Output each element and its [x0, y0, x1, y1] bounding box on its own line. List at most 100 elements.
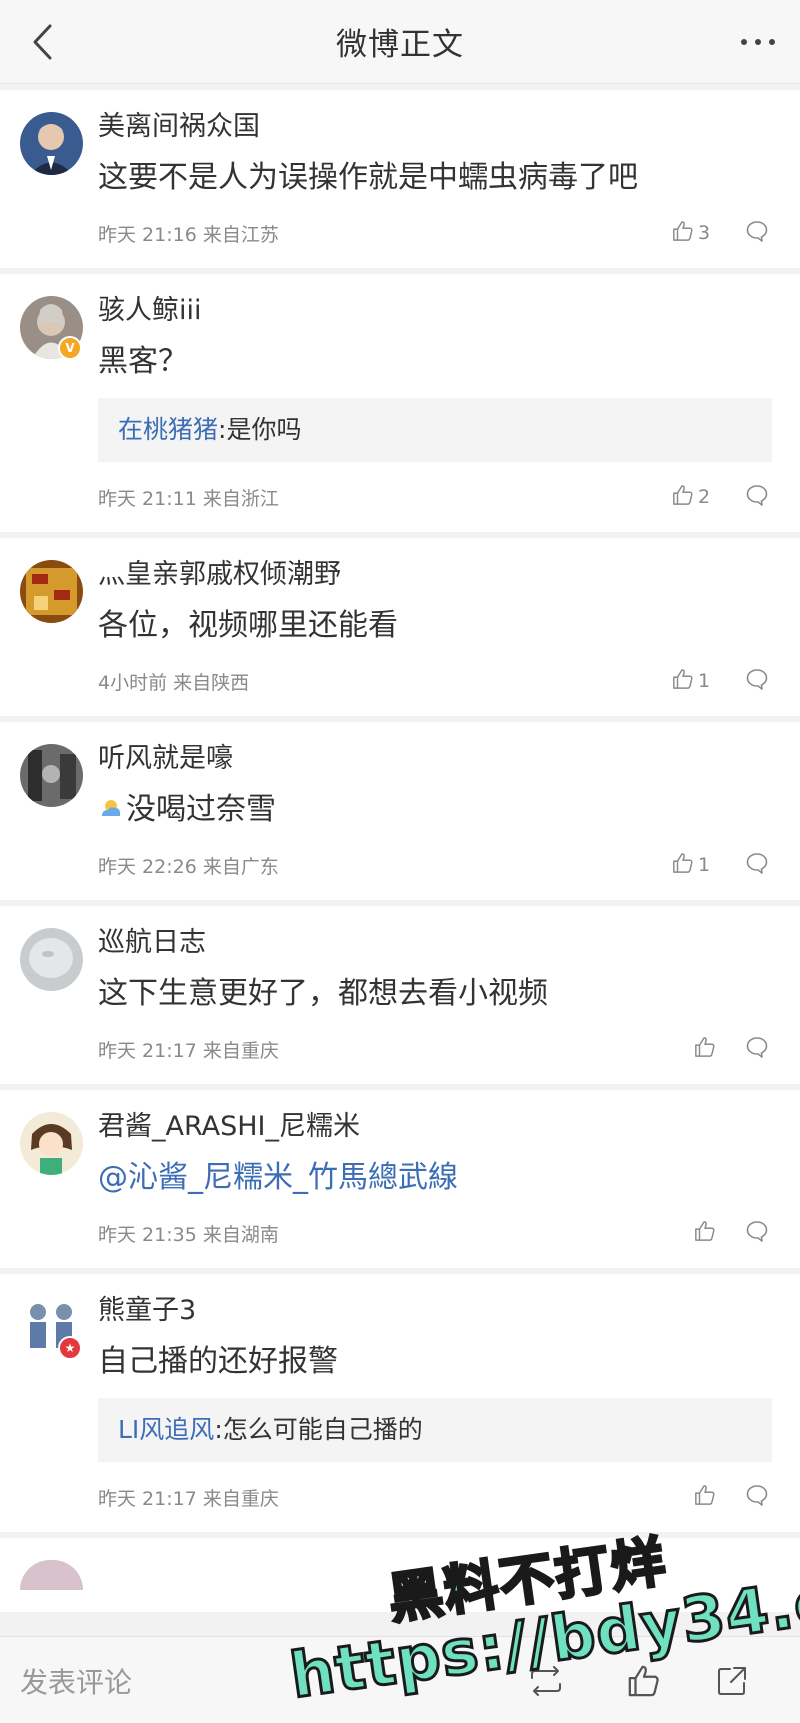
- comment-text: 自己播的还好报警: [98, 1344, 338, 1379]
- comment-actions: 1: [668, 666, 772, 696]
- comment-text: 黑客？: [98, 344, 188, 379]
- top-navigation-bar: 微博正文: [0, 0, 800, 84]
- avatar[interactable]: [20, 1112, 83, 1175]
- verified-badge-icon: ★: [58, 1336, 82, 1360]
- like-button[interactable]: 3: [668, 220, 724, 247]
- speech-bubble-icon: [745, 483, 769, 512]
- comment-actions: [668, 1034, 772, 1064]
- thumbs-up-icon: [694, 1036, 716, 1063]
- comment-username[interactable]: 熊童子3: [98, 1294, 772, 1328]
- comment-list[interactable]: 美离间祸众国 这要不是人为误操作就是中蠕虫病毒了吧 昨天 21:16 来自江苏 …: [0, 90, 800, 1636]
- thumbs-up-icon: [694, 1484, 716, 1511]
- thumbs-up-icon: [672, 220, 694, 247]
- reply-button[interactable]: [742, 218, 772, 248]
- reply-username[interactable]: 在桃猪猪: [118, 415, 218, 444]
- comment-actions: [668, 1218, 772, 1248]
- like-post-icon[interactable]: [624, 1661, 664, 1701]
- like-button[interactable]: 1: [668, 852, 724, 879]
- reply-preview[interactable]: LI风追风:怎么可能自己播的: [98, 1398, 772, 1462]
- reply-text: :怎么可能自己播的: [214, 1415, 423, 1444]
- reply-button[interactable]: [742, 850, 772, 880]
- comment-mention-link[interactable]: @沁酱_尼糯米_竹馬總武線: [98, 1158, 772, 1198]
- comment-username[interactable]: 灬皇亲郭戚权倾潮野: [98, 558, 772, 592]
- comment-time-location: 昨天 21:17 来自重庆: [98, 1487, 279, 1510]
- share-icon[interactable]: [712, 1661, 752, 1701]
- reply-username[interactable]: LI风追风: [118, 1415, 214, 1444]
- back-icon[interactable]: [22, 22, 62, 62]
- comment-item: 灬皇亲郭戚权倾潮野 各位，视频哪里还能看 4小时前 来自陕西 1: [0, 538, 800, 722]
- reply-text: :是你吗: [218, 415, 302, 444]
- speech-bubble-icon: [745, 219, 769, 248]
- reply-button[interactable]: [742, 1482, 772, 1512]
- comment-username[interactable]: 美离间祸众国: [98, 110, 772, 144]
- like-button[interactable]: [668, 1220, 724, 1247]
- avatar[interactable]: [20, 112, 83, 175]
- comment-text-body: 没喝过奈雪: [126, 792, 276, 827]
- comment-meta: 昨天 21:35 来自湖南: [98, 1218, 772, 1248]
- thumbs-up-icon: [672, 852, 694, 879]
- thumbs-up-icon: [672, 668, 694, 695]
- comment-text: 这下生意更好了，都想去看小视频: [98, 976, 548, 1011]
- comment-meta: 昨天 21:11 来自浙江 2: [98, 482, 772, 512]
- speech-bubble-icon: [745, 667, 769, 696]
- speech-bubble-icon: [745, 851, 769, 880]
- comment-item: 巡航日志 这下生意更好了，都想去看小视频 昨天 21:17 来自重庆: [0, 906, 800, 1090]
- comment-input[interactable]: 发表评论: [20, 1661, 132, 1701]
- comment-meta: 4小时前 来自陕西 1: [98, 666, 772, 696]
- comment-time-location: 昨天 21:35 来自湖南: [98, 1223, 279, 1246]
- comment-time-location: 昨天 21:17 来自重庆: [98, 1039, 279, 1062]
- bottom-action-bar: 发表评论: [0, 1636, 800, 1723]
- comment-actions: 3: [668, 218, 772, 248]
- comment-meta: 昨天 22:26 来自广东 1: [98, 850, 772, 880]
- comment-text: 各位，视频哪里还能看: [98, 608, 398, 643]
- avatar[interactable]: [20, 560, 83, 623]
- verified-badge-icon: V: [58, 336, 82, 360]
- like-count: 1: [698, 854, 711, 876]
- repost-icon[interactable]: [526, 1661, 566, 1701]
- comment-item: ★ 熊童子3 自己播的还好报警 LI风追风:怎么可能自己播的 昨天 21:17 …: [0, 1274, 800, 1538]
- reply-preview[interactable]: 在桃猪猪:是你吗: [98, 398, 772, 462]
- like-count: 3: [698, 222, 711, 244]
- comment-username[interactable]: 巡航日志: [98, 926, 772, 960]
- reply-button[interactable]: [742, 1034, 772, 1064]
- speech-bubble-icon: [745, 1483, 769, 1512]
- comment-item: V 骇人鲸iii 黑客？ 在桃猪猪:是你吗 昨天 21:11 来自浙江 2: [0, 274, 800, 538]
- comment-meta: 昨天 21:17 来自重庆: [98, 1034, 772, 1064]
- avatar[interactable]: [20, 1560, 83, 1590]
- comment-item-partial: [0, 1538, 800, 1618]
- comment-time-location: 昨天 21:11 来自浙江: [98, 487, 279, 510]
- speech-bubble-icon: [745, 1035, 769, 1064]
- comment-text: 这要不是人为误操作就是中蠕虫病毒了吧: [98, 160, 638, 195]
- comment-item: 君酱_ARASHI_尼糯米 @沁酱_尼糯米_竹馬總武線 昨天 21:35 来自湖…: [0, 1090, 800, 1274]
- comment-username[interactable]: 君酱_ARASHI_尼糯米: [98, 1110, 772, 1144]
- comment-item: 听风就是嚎 没喝过奈雪 昨天 22:26 来自广东 1: [0, 722, 800, 906]
- comment-meta: 昨天 21:17 来自重庆: [98, 1482, 772, 1512]
- reply-button[interactable]: [742, 666, 772, 696]
- comment-actions: [668, 1482, 772, 1512]
- thumbs-up-icon: [694, 1220, 716, 1247]
- reply-button[interactable]: [742, 482, 772, 512]
- like-button[interactable]: 1: [668, 668, 724, 695]
- sun-cloud-emoji-icon: [98, 793, 124, 819]
- thumbs-up-icon: [672, 484, 694, 511]
- like-button[interactable]: 2: [668, 484, 724, 511]
- like-button[interactable]: [668, 1484, 724, 1511]
- comment-actions: 1: [668, 850, 772, 880]
- comment-time-location: 昨天 21:16 来自江苏: [98, 223, 279, 246]
- speech-bubble-icon: [745, 1219, 769, 1248]
- comment-meta: 昨天 21:16 来自江苏 3: [98, 218, 772, 248]
- avatar[interactable]: [20, 744, 83, 807]
- more-icon[interactable]: [736, 22, 780, 62]
- avatar[interactable]: [20, 928, 83, 991]
- like-count: 1: [698, 670, 711, 692]
- reply-button[interactable]: [742, 1218, 772, 1248]
- page-title: 微博正文: [336, 27, 464, 63]
- like-count: 2: [698, 486, 711, 508]
- comment-text: 没喝过奈雪: [98, 790, 772, 830]
- comment-username[interactable]: 骇人鲸iii: [98, 294, 772, 328]
- comment-time-location: 4小时前 来自陕西: [98, 671, 250, 694]
- comment-username[interactable]: 听风就是嚎: [98, 742, 772, 776]
- like-button[interactable]: [668, 1036, 724, 1063]
- comment-time-location: 昨天 22:26 来自广东: [98, 855, 279, 878]
- comment-item: 美离间祸众国 这要不是人为误操作就是中蠕虫病毒了吧 昨天 21:16 来自江苏 …: [0, 90, 800, 274]
